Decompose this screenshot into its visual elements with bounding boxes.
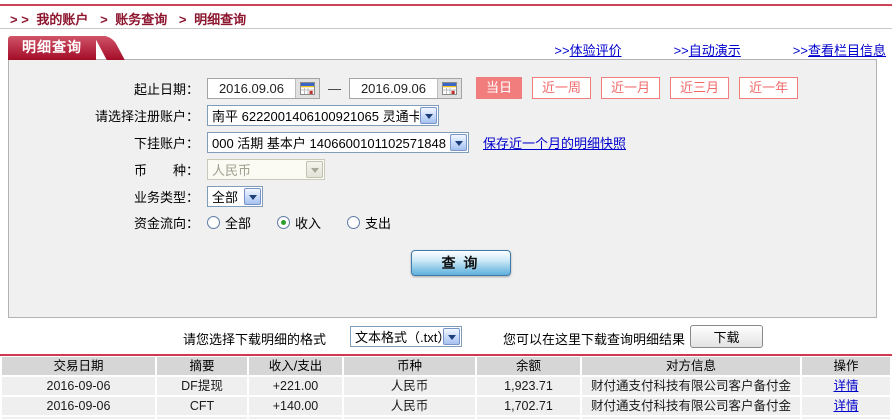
chevron-down-icon [306, 161, 323, 178]
page-top-divider [0, 4, 892, 6]
detail-link[interactable]: 详情 [833, 379, 858, 393]
chevron-down-icon [244, 188, 261, 205]
business-type-label: 业务类型： [9, 187, 199, 206]
date-to-input[interactable]: 2016.09.06 [349, 78, 462, 99]
cell-currency: 人民币 [344, 377, 475, 395]
table-top-divider [0, 354, 892, 356]
quick-range-month-button[interactable]: 近一月 [601, 77, 660, 99]
download-button[interactable]: 下载 [690, 325, 763, 348]
currency-label: 币 种： [9, 160, 199, 179]
breadcrumb-separator: > [100, 12, 108, 27]
currency-select: 人民币 [207, 159, 325, 180]
cell-counterparty: 财付通支付科技有限公司客户备付金 [582, 377, 800, 395]
business-type-select[interactable]: 全部 [207, 186, 263, 207]
breadcrumb-separator: > [179, 12, 187, 27]
header-counterparty: 对方信息 [582, 357, 800, 375]
cell-counterparty: 财付通支付科技有限公司客户备付金 [582, 397, 800, 415]
chevron-down-icon [443, 328, 460, 345]
date-from-input[interactable]: 2016.09.06 [207, 78, 320, 99]
registered-account-label: 请选择注册账户： [9, 106, 199, 125]
quick-range-year-button[interactable]: 近一年 [739, 77, 798, 99]
calendar-icon[interactable] [295, 79, 319, 98]
table-row: 2016-09-06 DF提现 +221.00 人民币 1,923.71 财付通… [2, 377, 890, 395]
radio-income-selected[interactable] [277, 216, 290, 229]
download-hint-text: 您可以在这里下载查询明细结果 [503, 329, 685, 348]
table-header-row: 交易日期 摘要 收入/支出 币种 余额 对方信息 操作 [2, 357, 890, 375]
business-type-row: 业务类型： 全部 [9, 186, 876, 207]
date-to-value: 2016.09.06 [350, 79, 437, 98]
cell-date: 2016-09-06 [2, 397, 155, 415]
table-row: 2016-09-06 CFT +140.00 人民币 1,702.71 财付通支… [2, 397, 890, 415]
cell-amount: +221.00 [249, 377, 342, 395]
breadcrumb-item-my-account[interactable]: 我的账户 [36, 12, 88, 27]
fund-flow-option-income: 收入 [277, 213, 321, 232]
breadcrumb-item-detail-query[interactable]: 明细查询 [194, 12, 246, 27]
radio-expense[interactable] [347, 216, 360, 229]
breadcrumb: > > 我的账户 > 账务查询 > 明细查询 [10, 9, 250, 28]
fund-flow-label: 资金流向： [9, 213, 199, 232]
radio-all[interactable] [207, 216, 220, 229]
date-range-label: 起止日期： [9, 79, 199, 98]
date-from-value: 2016.09.06 [208, 79, 295, 98]
fund-flow-radio-group: 全部 收入 支出 [207, 213, 391, 232]
quick-range-quarter-button[interactable]: 近三月 [670, 77, 729, 99]
breadcrumb-divider [0, 28, 892, 29]
cell-currency: 人民币 [344, 397, 475, 415]
registered-account-row: 请选择注册账户： 南平 6222001406100921065 灵通卡 [9, 105, 876, 126]
top-links: >>体验评价 >>自动演示 >>查看栏目信息 [554, 40, 886, 59]
cell-summary: CFT [157, 397, 247, 415]
sub-account-select[interactable]: 000 活期 基本户 1406600101102571848 [207, 132, 469, 153]
date-range-row: 起止日期： 2016.09.06 — 2016.09.06 [9, 77, 876, 99]
header-summary: 摘要 [157, 357, 247, 375]
download-row: 请您选择下载明细的格式 文本格式（.txt） 您可以在这里下载查询明细结果 下载 [0, 322, 892, 352]
query-button-row: 查 询 [9, 250, 876, 276]
quick-range-week-button[interactable]: 近一周 [532, 77, 591, 99]
date-range-separator: — [328, 81, 341, 96]
link-experience-evaluation[interactable]: >>体验评价 [554, 40, 621, 59]
quick-range-today-button[interactable]: 当日 [476, 77, 522, 99]
fund-flow-option-all: 全部 [207, 213, 251, 232]
header-balance: 余额 [477, 357, 580, 375]
chevron-down-icon [450, 134, 467, 151]
header-amount: 收入/支出 [249, 357, 342, 375]
link-view-column-info[interactable]: >>查看栏目信息 [793, 40, 886, 59]
sub-account-label: 下挂账户： [9, 133, 199, 152]
query-button[interactable]: 查 询 [411, 250, 511, 276]
fund-flow-option-expense: 支出 [347, 213, 391, 232]
breadcrumb-prefix: > > [10, 12, 29, 27]
download-format-select[interactable]: 文本格式（.txt） [350, 326, 462, 347]
cell-date: 2016-09-06 [2, 377, 155, 395]
download-format-label: 请您选择下载明细的格式 [183, 329, 326, 348]
save-monthly-snapshot-link[interactable]: 保存近一个月的明细快照 [483, 133, 626, 152]
header-date: 交易日期 [2, 357, 155, 375]
tab-detail-query-label: 明细查询 [8, 36, 96, 59]
detail-link[interactable]: 详情 [833, 399, 858, 413]
quick-range-buttons: 当日 近一周 近一月 近三月 近一年 [476, 77, 798, 99]
cell-amount: +140.00 [249, 397, 342, 415]
sub-account-row: 下挂账户： 000 活期 基本户 1406600101102571848 保存近… [9, 132, 876, 153]
query-form-panel: 起止日期： 2016.09.06 — 2016.09.06 [8, 59, 877, 318]
registered-account-select[interactable]: 南平 6222001406100921065 灵通卡 [207, 105, 439, 126]
breadcrumb-item-account-query[interactable]: 账务查询 [115, 12, 167, 27]
transaction-table: 交易日期 摘要 收入/支出 币种 余额 对方信息 操作 2016-09-06 D… [2, 357, 890, 419]
calendar-icon[interactable] [437, 79, 461, 98]
currency-row: 币 种： 人民币 [9, 159, 876, 180]
tab-detail-query[interactable]: 明细查询 [8, 36, 96, 60]
header-currency: 币种 [344, 357, 475, 375]
chevron-down-icon [420, 107, 437, 124]
header-action: 操作 [802, 357, 890, 375]
cell-balance: 1,702.71 [477, 397, 580, 415]
cell-balance: 1,923.71 [477, 377, 580, 395]
fund-flow-row: 资金流向： 全部 收入 支出 [9, 213, 876, 232]
cell-summary: DF提现 [157, 377, 247, 395]
link-auto-demo[interactable]: >>自动演示 [674, 40, 741, 59]
